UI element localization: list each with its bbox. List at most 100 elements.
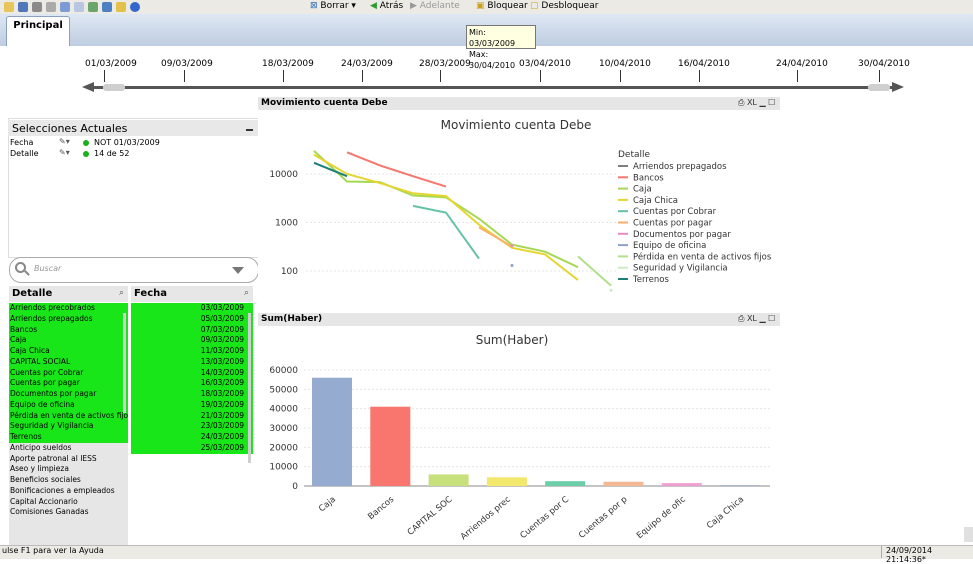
fecha-list-item[interactable]: 07/03/2009 xyxy=(131,324,253,336)
chart-icon[interactable] xyxy=(102,2,112,12)
excel-icon[interactable]: XL xyxy=(747,314,757,323)
open-icon[interactable] xyxy=(4,2,14,12)
save-icon[interactable] xyxy=(18,2,28,12)
status-timestamp: 24/09/2014 21:14:36* xyxy=(886,546,933,564)
line-chart-legend-label: Bancos xyxy=(633,173,664,183)
detalle-list-item[interactable]: Arriendos precobrados xyxy=(9,303,128,314)
adelante-button[interactable]: ▶ Adelante xyxy=(410,1,460,11)
line-chart-legend-label: Cuentas por Cobrar xyxy=(633,207,717,217)
detalle-list-item[interactable]: Documentos por pagar xyxy=(9,389,128,400)
detalle-list-item[interactable]: Aseo y limpieza xyxy=(9,464,128,475)
detalle-list-item[interactable]: Capital Accionario xyxy=(9,497,128,508)
bar-chart-bar xyxy=(370,406,411,486)
fecha-list-item[interactable]: 24/03/2009 xyxy=(131,432,253,443)
detalle-listbox[interactable]: Arriendos precobrados Arriendos prepagado… xyxy=(9,303,128,558)
bar-chart-bar xyxy=(603,481,644,486)
undo-icon[interactable] xyxy=(60,2,70,12)
timeline-tick xyxy=(699,70,700,82)
detalle-list-item[interactable]: CAPITAL SOCIAL xyxy=(9,356,128,368)
line-chart-y-tick: 100 xyxy=(281,267,298,277)
line-chart-legend-label: Seguridad y Vigilancia xyxy=(633,264,728,274)
redo-icon[interactable] xyxy=(74,2,84,12)
selection-eraser-icon[interactable]: ✎▾ xyxy=(59,148,70,157)
copy-icon[interactable] xyxy=(46,2,56,12)
bar-chart-y-tick: 60000 xyxy=(269,366,298,376)
detalle-list-item[interactable]: Bonificaciones a empleados xyxy=(9,486,128,497)
line-chart-legend-label: Caja xyxy=(633,185,652,195)
maximize-icon[interactable]: ☐ xyxy=(768,98,775,107)
timeline-left-arrow-icon[interactable] xyxy=(82,82,94,92)
detalle-list-item[interactable]: Bancos xyxy=(9,324,128,336)
fecha-list-item[interactable]: 11/03/2009 xyxy=(131,346,253,357)
fecha-list-item[interactable]: 13/03/2009 xyxy=(131,356,253,368)
tab-principal[interactable]: Principal xyxy=(6,16,70,46)
detalle-list-item[interactable]: Cuentas por pagar xyxy=(9,378,128,389)
fecha-list-item[interactable]: 14/03/2009 xyxy=(131,367,253,379)
detalle-list-item[interactable]: Caja Chica xyxy=(9,346,128,357)
bar-chart-caption-icons[interactable]: ⎙ XL ▁ ☐ xyxy=(738,314,775,324)
minimize-icon[interactable]: ▁ xyxy=(759,314,765,323)
bar-chart-caption[interactable]: Sum(Haber) xyxy=(258,313,780,326)
fecha-listbox-header[interactable]: Fecha xyxy=(131,286,253,302)
line-chart-legend-label: Caja Chica xyxy=(633,196,678,206)
detalle-list-item[interactable]: Terrenos xyxy=(9,432,128,443)
fecha-list-item[interactable]: 05/03/2009 xyxy=(131,313,253,325)
fecha-list-item[interactable]: 21/03/2009 xyxy=(131,410,253,422)
timeline-end-handle[interactable] xyxy=(868,84,890,91)
detalle-list-item[interactable]: Arriendos prepagados xyxy=(9,313,128,325)
table-icon[interactable] xyxy=(88,2,98,12)
fecha-list-item[interactable]: 18/03/2009 xyxy=(131,389,253,400)
borrar-button[interactable]: ⊠ Borrar ▾ xyxy=(310,1,356,11)
desbloquear-button[interactable]: ▢ Desbloquear xyxy=(530,1,598,11)
fecha-list-item[interactable]: 19/03/2009 xyxy=(131,399,253,411)
detalle-list-item[interactable]: Equipo de oficina xyxy=(9,399,128,411)
detalle-scrollbar[interactable] xyxy=(123,313,126,413)
fecha-search-icon[interactable]: ⌕ xyxy=(244,288,249,298)
detalle-list-item[interactable]: Comisiones Ganadas xyxy=(9,507,128,518)
detalle-list-item[interactable]: Aporte patronal al IESS xyxy=(9,454,128,465)
timeline-start-handle[interactable] xyxy=(103,84,125,91)
selection-eraser-icon[interactable]: ✎▾ xyxy=(59,137,70,146)
fecha-list-item[interactable]: 25/03/2009 xyxy=(131,442,253,454)
print-icon[interactable]: ⎙ xyxy=(738,98,744,107)
fecha-list-item[interactable]: 09/03/2009 xyxy=(131,335,253,346)
detalle-list-item[interactable]: Seguridad y Vigilancia xyxy=(9,421,128,432)
fecha-scrollbar[interactable] xyxy=(248,313,251,463)
timeline-right-arrow-icon[interactable] xyxy=(892,82,904,92)
detalle-list-item[interactable]: Beneficios sociales xyxy=(9,475,128,486)
detalle-list-item[interactable]: Caja xyxy=(9,335,128,346)
detalle-search-icon[interactable]: ⌕ xyxy=(119,288,124,298)
fecha-list-item[interactable]: 03/03/2009 xyxy=(131,303,253,314)
toolbar: ⊠ Borrar ▾ ◀ Atrás ▶ Adelante ▣ Bloquear… xyxy=(0,0,973,15)
print-icon[interactable] xyxy=(32,2,42,12)
atras-label: Atrás xyxy=(379,1,404,11)
desbloquear-label: Desbloquear xyxy=(541,1,599,11)
bar-chart-caption-title: Sum(Haber) xyxy=(261,314,323,324)
help-icon[interactable] xyxy=(130,2,140,12)
line-chart-caption-icons[interactable]: ⎙ XL ▁ ☐ xyxy=(738,98,775,108)
bookmark-icon[interactable] xyxy=(116,2,126,12)
fecha-listbox[interactable]: 03/03/2009 05/03/2009 07/03/2009 09/03/2009… xyxy=(131,303,253,471)
detalle-list-item[interactable]: Cuentas por Cobrar xyxy=(9,367,128,379)
detalle-listbox-header[interactable]: Detalle xyxy=(9,286,128,302)
timeline-tick xyxy=(620,70,621,82)
bloquear-button[interactable]: ▣ Bloquear xyxy=(476,1,528,11)
minimize-icon[interactable]: ▁ xyxy=(759,98,765,107)
line-chart-caption[interactable]: Movimiento cuenta Debe xyxy=(258,97,780,110)
atras-button[interactable]: ◀ Atrás xyxy=(370,1,403,11)
clear-icon: ⊠ xyxy=(310,1,318,11)
fecha-list-item[interactable]: 23/03/2009 xyxy=(131,421,253,432)
timeline-track[interactable] xyxy=(92,86,892,89)
print-icon[interactable]: ⎙ xyxy=(738,314,744,323)
line-chart-point xyxy=(510,244,514,248)
selection-value: 14 de 52 xyxy=(94,149,130,158)
detalle-list-item[interactable]: Pérdida en venta de activos fijos xyxy=(9,410,128,422)
fecha-list-item[interactable]: 16/03/2009 xyxy=(131,378,253,389)
minimize-icon[interactable] xyxy=(246,129,253,131)
detalle-list-item[interactable]: Anticipo sueldos xyxy=(9,443,128,454)
excel-icon[interactable]: XL xyxy=(747,98,757,107)
chevron-down-icon[interactable] xyxy=(232,267,244,274)
maximize-icon[interactable]: ☐ xyxy=(768,314,775,323)
line-chart-point xyxy=(510,263,514,267)
scroll-corner[interactable] xyxy=(964,527,973,542)
